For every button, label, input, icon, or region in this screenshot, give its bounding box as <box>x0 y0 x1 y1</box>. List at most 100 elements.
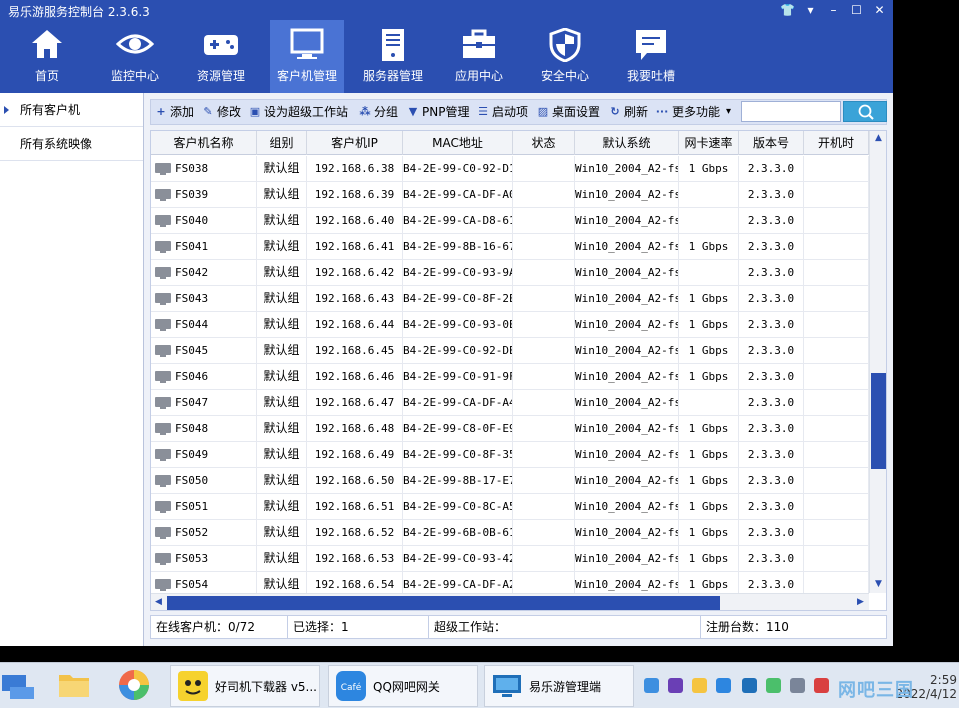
search-input[interactable] <box>741 101 841 122</box>
browser-icon[interactable] <box>116 667 152 703</box>
nav-monitor-center[interactable]: 监控中心 <box>98 20 172 93</box>
table-cell: 1 Gbps <box>679 416 739 441</box>
table-cell <box>804 234 869 259</box>
menu-dropdown-icon[interactable]: ▾ <box>799 1 822 19</box>
table-row[interactable]: FS054 默认组 192.168.6.54 B4-2E-99-CA-DF-A2 Win… <box>151 572 869 593</box>
table-row[interactable]: FS049 默认组 192.168.6.49 B4-2E-99-C0-8F-35 Win… <box>151 442 869 468</box>
minimize-button[interactable]: – <box>822 1 845 19</box>
taskbar-app-yileyou-manager[interactable]: 易乐游管理端 <box>484 665 634 707</box>
nav-resource-management[interactable]: 资源管理 <box>184 20 258 93</box>
table-row[interactable]: FS043 默认组 192.168.6.43 B4-2E-99-C0-8F-2E Win… <box>151 286 869 312</box>
maximize-button[interactable]: ☐ <box>845 1 868 19</box>
set-super-workstation-button[interactable]: ▣ 设为超级工作站 <box>249 100 348 124</box>
table-row[interactable]: FS053 默认组 192.168.6.53 B4-2E-99-C0-93-42 Win… <box>151 546 869 572</box>
client-name-cell: FS039 <box>151 182 257 207</box>
add-button[interactable]: + 添加 <box>155 100 194 124</box>
more-functions-button[interactable]: ··· 更多功能 ▾ <box>655 100 731 124</box>
column-header[interactable]: 组别 <box>257 131 307 155</box>
tray-driver-icon[interactable] <box>692 678 707 693</box>
table-cell: 2.3.3.0 <box>739 416 804 441</box>
table-row[interactable]: FS050 默认组 192.168.6.50 B4-2E-99-8B-17-E7 Win… <box>151 468 869 494</box>
scroll-down-icon[interactable]: ▼ <box>875 579 882 589</box>
tray-cloud-icon[interactable] <box>644 678 659 693</box>
table-row[interactable]: FS042 默认组 192.168.6.42 B4-2E-99-C0-93-9A Win… <box>151 260 869 286</box>
client-name-cell: FS052 <box>151 520 257 545</box>
scroll-right-icon[interactable]: ▶ <box>857 597 864 607</box>
table-cell <box>513 260 575 285</box>
more-icon: ··· <box>655 105 669 118</box>
table-row[interactable]: FS039 默认组 192.168.6.39 B4-2E-99-CA-DF-A0 Win… <box>151 182 869 208</box>
table-cell: B4-2E-99-CA-D8-61 <box>403 208 513 233</box>
table-row[interactable]: FS047 默认组 192.168.6.47 B4-2E-99-CA-DF-A4 Win… <box>151 390 869 416</box>
usb-icon: ▼ <box>408 105 418 118</box>
table-cell: 默认组 <box>257 338 307 363</box>
group-button[interactable]: ⁂ 分组 <box>359 100 398 124</box>
column-header[interactable]: 开机时 <box>804 131 869 155</box>
table-cell <box>804 494 869 519</box>
table-row[interactable]: FS038 默认组 192.168.6.38 B4-2E-99-C0-92-D1 Win… <box>151 156 869 182</box>
vertical-scrollbar[interactable]: ▲ ▼ <box>869 131 886 593</box>
table-row[interactable]: FS040 默认组 192.168.6.40 B4-2E-99-CA-D8-61 Win… <box>151 208 869 234</box>
nav-client-management[interactable]: 客户机管理 <box>270 20 344 93</box>
horizontal-scrollbar[interactable]: ◀ ▶ <box>151 593 869 610</box>
gamepad-icon <box>184 28 258 64</box>
nav-server-management[interactable]: 服务器管理 <box>356 20 430 93</box>
refresh-button[interactable]: ↻ 刷新 <box>609 100 648 124</box>
column-header[interactable]: 默认系统 <box>575 131 679 155</box>
table-cell <box>513 546 575 571</box>
table-cell: 192.168.6.40 <box>307 208 403 233</box>
skin-icon[interactable]: 👕 <box>776 1 799 19</box>
computer-icon <box>155 396 171 409</box>
tray-qq-icon[interactable] <box>716 678 731 693</box>
client-name-cell: FS038 <box>151 156 257 181</box>
search-button[interactable] <box>843 101 887 122</box>
scroll-up-icon[interactable]: ▲ <box>875 133 882 143</box>
taskbar-app-driver-downloader[interactable]: 好司机下载器 v5... <box>170 665 320 707</box>
column-header[interactable]: MAC地址 <box>403 131 513 155</box>
button-label: 桌面设置 <box>552 105 601 119</box>
horizontal-scroll-thumb[interactable] <box>167 596 720 610</box>
table-row[interactable]: FS046 默认组 192.168.6.46 B4-2E-99-C0-91-9F Win… <box>151 364 869 390</box>
column-header[interactable]: 客户机IP <box>307 131 403 155</box>
table-cell: B4-2E-99-6B-0B-61 <box>403 520 513 545</box>
tray-shield-icon[interactable] <box>668 678 683 693</box>
close-button[interactable]: ✕ <box>868 1 891 19</box>
nav-feedback[interactable]: 我要吐槽 <box>614 20 688 93</box>
pnp-management-button[interactable]: ▼ PNP管理 <box>407 100 470 124</box>
sidebar-item-all-clients[interactable]: 所有客户机 <box>0 93 143 127</box>
table-row[interactable]: FS052 默认组 192.168.6.52 B4-2E-99-6B-0B-61 Win… <box>151 520 869 546</box>
tray-usb-icon[interactable] <box>766 678 781 693</box>
client-name-cell: FS041 <box>151 234 257 259</box>
nav-home[interactable]: 首页 <box>10 20 84 93</box>
scroll-left-icon[interactable]: ◀ <box>155 597 162 607</box>
title-bar: 易乐游服务控制台 2.3.6.3 👕 ▾ – ☐ ✕ <box>0 0 893 20</box>
vertical-scroll-thumb[interactable] <box>871 373 886 469</box>
table-row[interactable]: FS051 默认组 192.168.6.51 B4-2E-99-C0-8C-A5 Win… <box>151 494 869 520</box>
tray-volume-muted-icon[interactable] <box>814 678 829 693</box>
network-manager-icon[interactable] <box>0 667 36 703</box>
table-cell: 1 Gbps <box>679 364 739 389</box>
taskbar-app-qq-cafe-gateway[interactable]: Café QQ网吧网关 <box>328 665 478 707</box>
button-label: 修改 <box>217 105 242 119</box>
column-header[interactable]: 状态 <box>513 131 575 155</box>
table-cell: 192.168.6.54 <box>307 572 403 593</box>
table-cell: Win10_2004_A2-fs <box>575 468 679 493</box>
edit-button[interactable]: ✎ 修改 <box>202 100 241 124</box>
column-header[interactable]: 客户机名称 <box>151 131 257 155</box>
taskbar-app-label: 好司机下载器 v5... <box>215 679 317 694</box>
column-header[interactable]: 网卡速率 <box>679 131 739 155</box>
table-row[interactable]: FS045 默认组 192.168.6.45 B4-2E-99-C0-92-DE Win… <box>151 338 869 364</box>
table-row[interactable]: FS041 默认组 192.168.6.41 B4-2E-99-8B-16-67 Win… <box>151 234 869 260</box>
nav-security-center[interactable]: 安全中心 <box>528 20 602 93</box>
sidebar-item-all-images[interactable]: 所有系统映像 <box>0 127 143 161</box>
nav-app-center[interactable]: 应用中心 <box>442 20 516 93</box>
file-explorer-icon[interactable] <box>56 667 92 703</box>
table-row[interactable]: FS044 默认组 192.168.6.44 B4-2E-99-C0-93-0E Win… <box>151 312 869 338</box>
column-header[interactable]: 版本号 <box>739 131 804 155</box>
system-clock[interactable]: 网吧三国 2:59 2022/4/12 <box>838 673 957 701</box>
startup-items-button[interactable]: ☰ 启动项 <box>477 100 528 124</box>
desktop-settings-button[interactable]: ▨ 桌面设置 <box>537 100 600 124</box>
tray-network-icon[interactable] <box>790 678 805 693</box>
tray-monitor-icon[interactable] <box>742 678 757 693</box>
table-row[interactable]: FS048 默认组 192.168.6.48 B4-2E-99-C8-0F-E9 Win… <box>151 416 869 442</box>
